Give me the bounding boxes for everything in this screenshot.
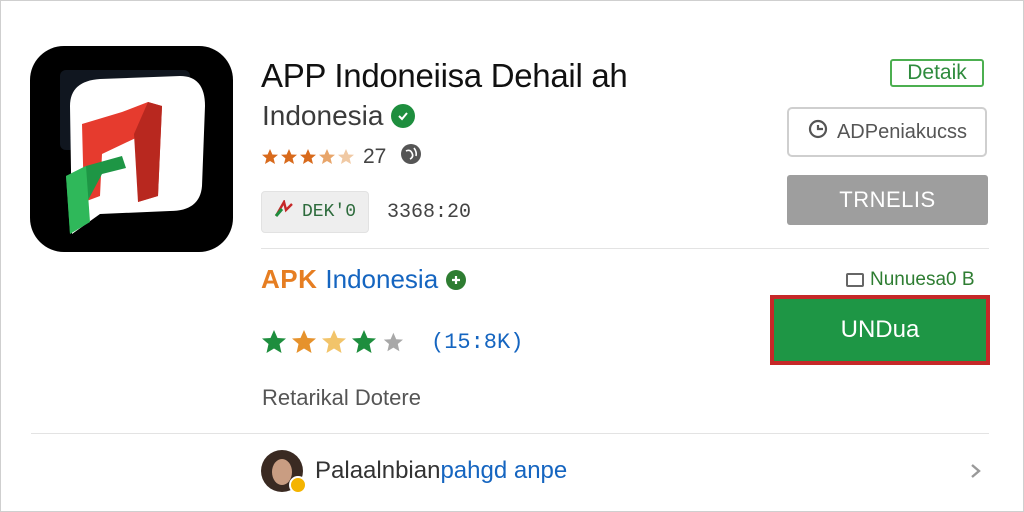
flag-icon bbox=[274, 198, 294, 224]
listing-caption: Retarikal Dotere bbox=[262, 385, 421, 410]
verified-icon bbox=[391, 104, 416, 128]
divider bbox=[261, 248, 989, 249]
rating-count: 27 bbox=[363, 145, 387, 168]
content-badge: DEK'0 bbox=[261, 191, 370, 233]
app-logo-icon[interactable] bbox=[30, 46, 233, 252]
review-link[interactable]: pahgd anpe bbox=[440, 457, 567, 484]
badge-label: DEK'0 bbox=[302, 202, 357, 222]
star-rating-small bbox=[261, 148, 357, 166]
install-button[interactable]: UNDua bbox=[770, 295, 990, 365]
badge-dot-icon bbox=[289, 476, 307, 494]
document-icon bbox=[846, 273, 864, 287]
plus-icon[interactable] bbox=[446, 269, 467, 290]
globe-icon bbox=[400, 143, 422, 171]
chevron-right-icon[interactable] bbox=[969, 462, 983, 486]
reviews-count: (15:8K) bbox=[431, 329, 524, 355]
listing-name[interactable]: Indonesia bbox=[325, 264, 438, 295]
app-title: APP Indoneiisa Dehail ah bbox=[261, 57, 628, 94]
review-item[interactable]: Palaalnbianpahgd anpe bbox=[261, 450, 567, 494]
details-tag[interactable]: Detaik bbox=[890, 59, 984, 87]
rating-summary: 27 bbox=[261, 143, 422, 171]
review-text: Palaalnbianpahgd anpe bbox=[315, 457, 567, 485]
gray-action-button[interactable]: TRNELIS bbox=[787, 175, 988, 225]
meta-info: 3368:20 bbox=[387, 200, 472, 224]
apk-brand: APK bbox=[261, 264, 318, 294]
developer-name[interactable]: Indonesia bbox=[262, 100, 383, 132]
review-author: Palaalnbian bbox=[315, 457, 441, 484]
star-rating-large bbox=[262, 330, 403, 353]
version-info: Nunuesa0 B bbox=[846, 269, 975, 291]
listing-rating: (15:8K) bbox=[261, 329, 523, 355]
badge-row: DEK'0 3368:20 bbox=[261, 191, 471, 233]
app-detail-card: APP Indoneiisa Dehail ah Indonesia 27 DE… bbox=[0, 0, 1024, 512]
install-label: UNDua bbox=[774, 299, 986, 361]
secondary-action-button[interactable]: ADPeniakucss bbox=[787, 107, 987, 157]
avatar bbox=[261, 450, 307, 494]
listing-header: APK Indonesia bbox=[261, 264, 467, 295]
at-sign-icon bbox=[807, 118, 829, 146]
developer-name-row[interactable]: Indonesia bbox=[262, 100, 416, 132]
version-label: Nunuesa0 B bbox=[870, 269, 975, 290]
secondary-action-label: ADPeniakucss bbox=[836, 120, 968, 143]
divider bbox=[31, 433, 989, 434]
